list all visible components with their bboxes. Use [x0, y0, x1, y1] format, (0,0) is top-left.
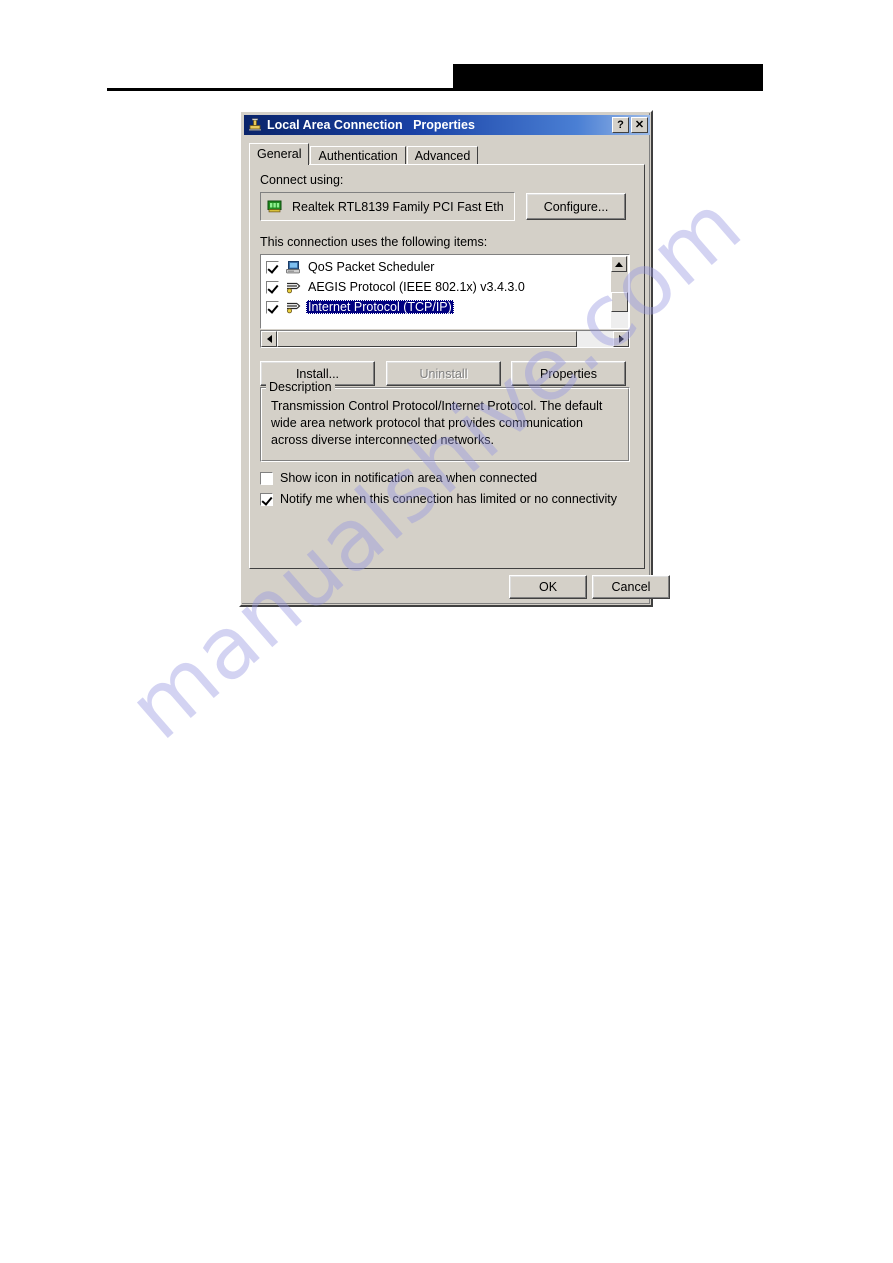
- list-item[interactable]: AEGIS Protocol (IEEE 802.1x) v3.4.3.0: [261, 277, 629, 297]
- local-area-connection-properties-dialog: Local Area Connection Properties ? ✕ Gen…: [239, 110, 670, 607]
- general-tab-panel: Connect using: Realtek RTL8139 Family PC…: [249, 164, 645, 569]
- dialog-title: Local Area Connection Properties: [267, 118, 475, 132]
- hscroll-thumb[interactable]: [277, 331, 577, 347]
- item-checkbox[interactable]: [266, 300, 279, 314]
- configure-button[interactable]: Configure...: [526, 193, 626, 220]
- redaction-bar: [453, 64, 763, 91]
- components-list[interactable]: QoS Packet Scheduler AEGIS Protocol (IEE…: [260, 254, 630, 329]
- close-button[interactable]: ✕: [631, 117, 648, 133]
- install-button-label: Install...: [295, 366, 340, 381]
- network-adapter-icon: [267, 199, 284, 214]
- list-item-label: QoS Packet Scheduler: [308, 260, 435, 274]
- show-icon-label: Show icon in notification area when conn…: [280, 471, 538, 485]
- ok-button[interactable]: OK: [509, 575, 587, 599]
- network-connection-icon: [247, 117, 263, 133]
- list-item[interactable]: QoS Packet Scheduler: [261, 257, 629, 277]
- cancel-button[interactable]: Cancel: [592, 575, 670, 599]
- configure-button-label: Configure...: [543, 199, 609, 214]
- tab-authentication[interactable]: Authentication: [310, 146, 406, 165]
- list-vertical-scrollbar[interactable]: [611, 256, 628, 328]
- hscroll-track[interactable]: [277, 331, 613, 347]
- adapter-field[interactable]: Realtek RTL8139 Family PCI Fast Eth: [260, 192, 515, 221]
- adapter-name: Realtek RTL8139 Family PCI Fast Eth: [292, 199, 504, 214]
- list-horizontal-scrollbar[interactable]: [260, 330, 630, 348]
- notify-label: Notify me when this connection has limit…: [280, 492, 617, 506]
- connect-using-label: Connect using:: [260, 173, 344, 187]
- items-section-label: This connection uses the following items…: [260, 235, 488, 249]
- dialog-title-bar[interactable]: Local Area Connection Properties ? ✕: [244, 115, 650, 135]
- ok-button-label: OK: [538, 580, 558, 594]
- description-text: Transmission Control Protocol/Internet P…: [271, 399, 603, 447]
- chevron-left-icon: [266, 335, 272, 343]
- properties-button[interactable]: Properties: [511, 361, 626, 386]
- cancel-button-label: Cancel: [611, 580, 651, 594]
- network-protocol-icon: [285, 300, 302, 315]
- show-icon-checkbox[interactable]: [260, 471, 273, 485]
- help-button[interactable]: ?: [612, 117, 629, 133]
- scroll-right-button[interactable]: [613, 331, 629, 347]
- tab-general[interactable]: General: [249, 143, 310, 165]
- chevron-up-icon: [615, 261, 623, 267]
- show-icon-option-row[interactable]: Show icon in notification area when conn…: [260, 471, 537, 485]
- list-item-label: Internet Protocol (TCP/IP): [306, 300, 454, 314]
- scroll-up-button[interactable]: [611, 256, 627, 272]
- uninstall-button: Uninstall: [386, 361, 501, 386]
- vscroll-track[interactable]: [611, 292, 628, 328]
- list-item-label: AEGIS Protocol (IEEE 802.1x) v3.4.3.0: [308, 280, 525, 294]
- list-item[interactable]: Internet Protocol (TCP/IP): [261, 297, 629, 317]
- item-checkbox[interactable]: [266, 280, 279, 294]
- computer-service-icon: [285, 260, 302, 275]
- vscroll-thumb[interactable]: [611, 292, 628, 312]
- tab-advanced[interactable]: Advanced: [406, 146, 479, 165]
- notify-checkbox[interactable]: [260, 492, 273, 506]
- description-legend: Description: [266, 380, 335, 394]
- item-checkbox[interactable]: [266, 260, 279, 274]
- uninstall-button-label: Uninstall: [419, 366, 468, 381]
- chevron-right-icon: [618, 335, 624, 343]
- notify-option-row[interactable]: Notify me when this connection has limit…: [260, 492, 617, 506]
- properties-button-label: Properties: [540, 366, 597, 381]
- scroll-left-button[interactable]: [261, 331, 277, 347]
- network-protocol-icon: [285, 280, 302, 295]
- tab-strip: General Authentication Advanced: [249, 143, 645, 165]
